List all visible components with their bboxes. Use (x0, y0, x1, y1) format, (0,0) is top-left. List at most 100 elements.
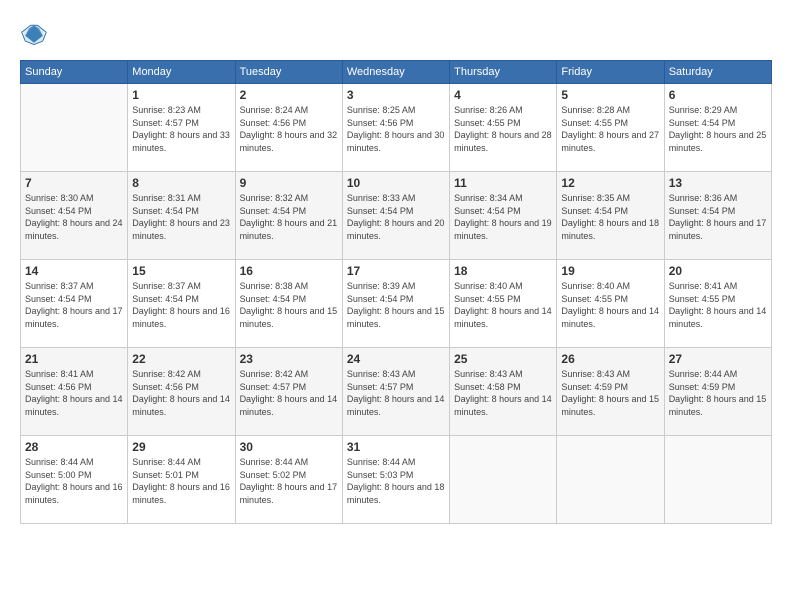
day-info: Sunrise: 8:42 AMSunset: 4:57 PMDaylight:… (240, 368, 338, 418)
day-info: Sunrise: 8:24 AMSunset: 4:56 PMDaylight:… (240, 104, 338, 154)
calendar-cell: 7 Sunrise: 8:30 AMSunset: 4:54 PMDaylight… (21, 172, 128, 260)
week-row-3: 14 Sunrise: 8:37 AMSunset: 4:54 PMDayligh… (21, 260, 772, 348)
day-number: 25 (454, 352, 552, 366)
day-number: 18 (454, 264, 552, 278)
page: SundayMondayTuesdayWednesdayThursdayFrid… (0, 0, 792, 612)
day-info: Sunrise: 8:31 AMSunset: 4:54 PMDaylight:… (132, 192, 230, 242)
day-number: 17 (347, 264, 445, 278)
day-header-wednesday: Wednesday (342, 61, 449, 84)
calendar-cell: 17 Sunrise: 8:39 AMSunset: 4:54 PMDayligh… (342, 260, 449, 348)
calendar-cell: 30Sunrise: 8:44 AMSunset: 5:02 PMDayligh… (235, 436, 342, 524)
day-number: 8 (132, 176, 230, 190)
calendar-cell: 3 Sunrise: 8:25 AMSunset: 4:56 PMDaylight… (342, 84, 449, 172)
day-number: 26 (561, 352, 659, 366)
day-info: Sunrise: 8:35 AMSunset: 4:54 PMDaylight:… (561, 192, 659, 242)
day-info: Sunrise: 8:26 AMSunset: 4:55 PMDaylight:… (454, 104, 552, 154)
day-info: Sunrise: 8:44 AMSunset: 4:59 PMDaylight:… (669, 368, 767, 418)
calendar-cell: 20 Sunrise: 8:41 AMSunset: 4:55 PMDayligh… (664, 260, 771, 348)
day-info: Sunrise: 8:33 AMSunset: 4:54 PMDaylight:… (347, 192, 445, 242)
day-header-monday: Monday (128, 61, 235, 84)
calendar-cell: 29 Sunrise: 8:44 AMSunset: 5:01 PMDayligh… (128, 436, 235, 524)
day-info: Sunrise: 8:32 AMSunset: 4:54 PMDaylight:… (240, 192, 338, 242)
day-info: Sunrise: 8:36 AMSunset: 4:54 PMDaylight:… (669, 192, 767, 242)
day-info: Sunrise: 8:37 AMSunset: 4:54 PMDaylight:… (25, 280, 123, 330)
day-header-friday: Friday (557, 61, 664, 84)
day-header-thursday: Thursday (450, 61, 557, 84)
day-info: Sunrise: 8:41 AMSunset: 4:55 PMDaylight:… (669, 280, 767, 330)
day-info: Sunrise: 8:28 AMSunset: 4:55 PMDaylight:… (561, 104, 659, 154)
day-number: 30 (240, 440, 338, 454)
day-info: Sunrise: 8:43 AMSunset: 4:58 PMDaylight:… (454, 368, 552, 418)
day-number: 20 (669, 264, 767, 278)
day-number: 23 (240, 352, 338, 366)
day-info: Sunrise: 8:34 AMSunset: 4:54 PMDaylight:… (454, 192, 552, 242)
calendar-cell: 23 Sunrise: 8:42 AMSunset: 4:57 PMDayligh… (235, 348, 342, 436)
day-number: 31 (347, 440, 445, 454)
calendar-cell: 28 Sunrise: 8:44 AMSunset: 5:00 PMDayligh… (21, 436, 128, 524)
day-info: Sunrise: 8:40 AMSunset: 4:55 PMDaylight:… (454, 280, 552, 330)
logo-icon (20, 20, 48, 48)
calendar-cell: 2 Sunrise: 8:24 AMSunset: 4:56 PMDaylight… (235, 84, 342, 172)
calendar-cell (664, 436, 771, 524)
calendar-cell: 10 Sunrise: 8:33 AMSunset: 4:54 PMDayligh… (342, 172, 449, 260)
day-number: 10 (347, 176, 445, 190)
calendar-cell: 9Sunrise: 8:32 AMSunset: 4:54 PMDaylight… (235, 172, 342, 260)
day-info: Sunrise: 8:44 AMSunset: 5:00 PMDaylight:… (25, 456, 123, 506)
day-info: Sunrise: 8:41 AMSunset: 4:56 PMDaylight:… (25, 368, 123, 418)
calendar-cell: 6Sunrise: 8:29 AMSunset: 4:54 PMDaylight… (664, 84, 771, 172)
day-header-sunday: Sunday (21, 61, 128, 84)
calendar-cell (557, 436, 664, 524)
calendar-cell: 12 Sunrise: 8:35 AMSunset: 4:54 PMDayligh… (557, 172, 664, 260)
day-number: 29 (132, 440, 230, 454)
calendar-cell: 18 Sunrise: 8:40 AMSunset: 4:55 PMDayligh… (450, 260, 557, 348)
day-info: Sunrise: 8:40 AMSunset: 4:55 PMDaylight:… (561, 280, 659, 330)
day-number: 1 (132, 88, 230, 102)
day-number: 13 (669, 176, 767, 190)
day-number: 22 (132, 352, 230, 366)
day-number: 12 (561, 176, 659, 190)
calendar: SundayMondayTuesdayWednesdayThursdayFrid… (20, 60, 772, 524)
day-number: 5 (561, 88, 659, 102)
calendar-cell: 11 Sunrise: 8:34 AMSunset: 4:54 PMDayligh… (450, 172, 557, 260)
calendar-cell: 31 Sunrise: 8:44 AMSunset: 5:03 PMDayligh… (342, 436, 449, 524)
calendar-cell (450, 436, 557, 524)
calendar-cell: 22 Sunrise: 8:42 AMSunset: 4:56 PMDayligh… (128, 348, 235, 436)
logo (20, 20, 52, 48)
day-info: Sunrise: 8:44 AMSunset: 5:01 PMDaylight:… (132, 456, 230, 506)
day-number: 4 (454, 88, 552, 102)
day-info: Sunrise: 8:43 AMSunset: 4:59 PMDaylight:… (561, 368, 659, 418)
calendar-cell: 1Sunrise: 8:23 AMSunset: 4:57 PMDaylight… (128, 84, 235, 172)
day-number: 7 (25, 176, 123, 190)
day-header-tuesday: Tuesday (235, 61, 342, 84)
header-row: SundayMondayTuesdayWednesdayThursdayFrid… (21, 61, 772, 84)
day-info: Sunrise: 8:39 AMSunset: 4:54 PMDaylight:… (347, 280, 445, 330)
week-row-4: 21 Sunrise: 8:41 AMSunset: 4:56 PMDayligh… (21, 348, 772, 436)
day-number: 21 (25, 352, 123, 366)
day-info: Sunrise: 8:44 AMSunset: 5:03 PMDaylight:… (347, 456, 445, 506)
calendar-cell: 24 Sunrise: 8:43 AMSunset: 4:57 PMDayligh… (342, 348, 449, 436)
week-row-2: 7 Sunrise: 8:30 AMSunset: 4:54 PMDaylight… (21, 172, 772, 260)
day-info: Sunrise: 8:43 AMSunset: 4:57 PMDaylight:… (347, 368, 445, 418)
calendar-cell: 16Sunrise: 8:38 AMSunset: 4:54 PMDayligh… (235, 260, 342, 348)
day-info: Sunrise: 8:29 AMSunset: 4:54 PMDaylight:… (669, 104, 767, 154)
calendar-cell: 15Sunrise: 8:37 AMSunset: 4:54 PMDayligh… (128, 260, 235, 348)
calendar-cell: 27Sunrise: 8:44 AMSunset: 4:59 PMDayligh… (664, 348, 771, 436)
day-number: 24 (347, 352, 445, 366)
day-header-saturday: Saturday (664, 61, 771, 84)
calendar-cell (21, 84, 128, 172)
day-info: Sunrise: 8:25 AMSunset: 4:56 PMDaylight:… (347, 104, 445, 154)
calendar-cell: 8 Sunrise: 8:31 AMSunset: 4:54 PMDaylight… (128, 172, 235, 260)
day-number: 19 (561, 264, 659, 278)
calendar-cell: 4 Sunrise: 8:26 AMSunset: 4:55 PMDaylight… (450, 84, 557, 172)
calendar-cell: 25 Sunrise: 8:43 AMSunset: 4:58 PMDayligh… (450, 348, 557, 436)
day-number: 3 (347, 88, 445, 102)
day-info: Sunrise: 8:42 AMSunset: 4:56 PMDaylight:… (132, 368, 230, 418)
header (20, 20, 772, 48)
day-number: 11 (454, 176, 552, 190)
calendar-cell: 14 Sunrise: 8:37 AMSunset: 4:54 PMDayligh… (21, 260, 128, 348)
day-number: 15 (132, 264, 230, 278)
day-number: 2 (240, 88, 338, 102)
day-info: Sunrise: 8:30 AMSunset: 4:54 PMDaylight:… (25, 192, 123, 242)
day-number: 28 (25, 440, 123, 454)
day-number: 14 (25, 264, 123, 278)
